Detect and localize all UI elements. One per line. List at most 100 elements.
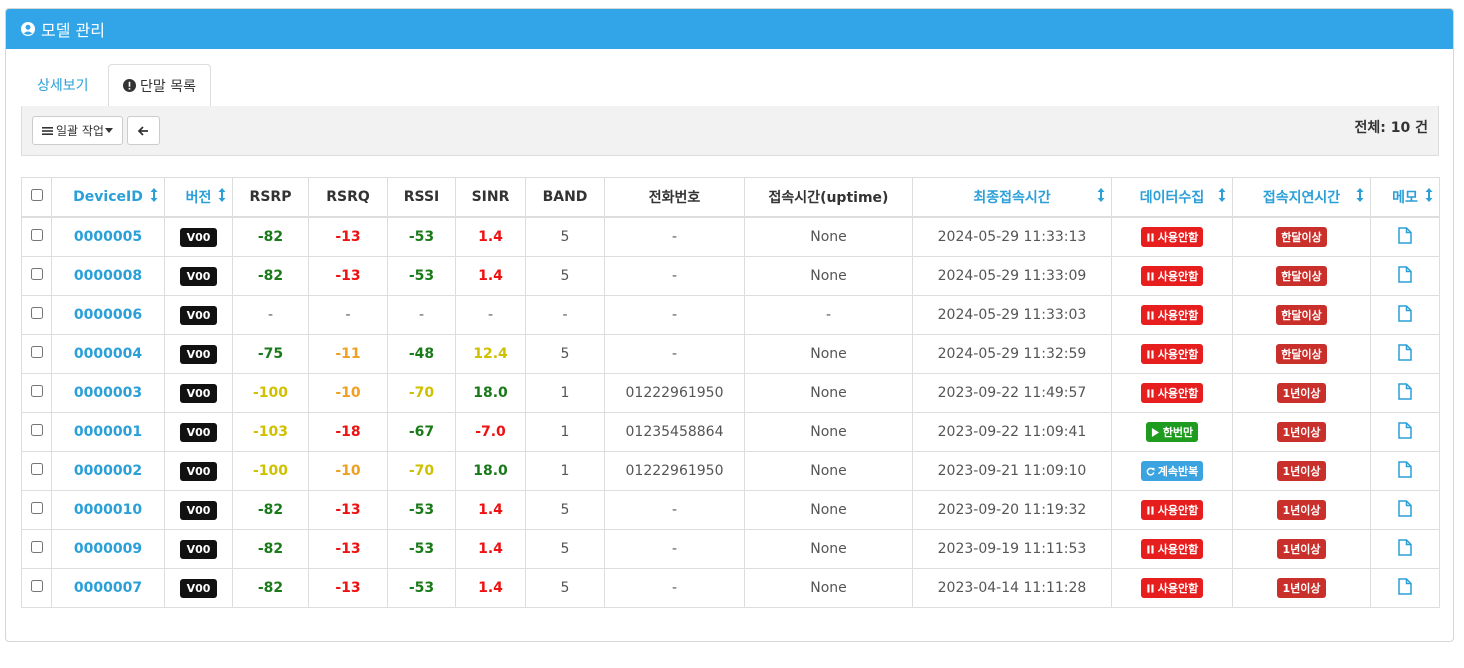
file-icon[interactable]: [1398, 343, 1412, 361]
rsrq-cell: -10: [308, 373, 388, 413]
row-select-cell: [21, 412, 52, 452]
col-header-last-connected[interactable]: 최종접속시간: [912, 177, 1112, 218]
uptime-cell: None: [744, 490, 913, 530]
connection-delay-cell: 1년이상: [1232, 451, 1371, 491]
connection-delay-cell: 1년이상: [1232, 490, 1371, 530]
band-cell: 5: [525, 334, 605, 374]
sinr-cell: 1.4: [455, 216, 526, 257]
row-select-cell: [21, 334, 52, 374]
row-select-cell: [21, 490, 52, 530]
file-icon[interactable]: [1398, 538, 1412, 556]
uptime-cell: None: [744, 256, 913, 296]
bulk-action-dropdown[interactable]: 일괄 작업: [32, 116, 123, 145]
select-all-checkbox[interactable]: [30, 189, 43, 201]
version-cell: V00: [164, 412, 233, 452]
connection-delay-cell: 한달이상: [1232, 295, 1371, 335]
sort-icon: [1356, 188, 1364, 202]
col-header-rssi: RSSI: [387, 177, 456, 218]
total-count: 전체: 10 건: [1354, 120, 1428, 136]
pause-icon: [1147, 388, 1154, 398]
rssi-cell: -67: [387, 412, 456, 452]
device-table: DeviceID 버전 RSRP RSRQ RSSI SINR BAND 전화번…: [21, 177, 1440, 608]
col-header-sinr: SINR: [455, 177, 526, 218]
device-id-link[interactable]: 0000006: [51, 295, 165, 335]
version-badge: V00: [179, 500, 218, 520]
row-checkbox[interactable]: [30, 541, 43, 553]
data-collection-cell: 한번만: [1111, 412, 1233, 452]
uptime-cell: None: [744, 412, 913, 452]
file-icon[interactable]: [1398, 304, 1412, 322]
col-header-data-collection[interactable]: 데이터수집: [1111, 177, 1233, 218]
device-id-link[interactable]: 0000004: [51, 334, 165, 374]
collection-badge: 사용안함: [1140, 344, 1204, 364]
memo-cell: [1370, 334, 1440, 374]
memo-cell: [1370, 529, 1440, 569]
col-header-version[interactable]: 버전: [164, 177, 233, 218]
col-header-deviceid[interactable]: DeviceID: [51, 177, 165, 218]
file-icon[interactable]: [1398, 226, 1412, 244]
row-checkbox[interactable]: [30, 346, 43, 358]
delay-badge: 1년이상: [1277, 383, 1326, 403]
col-header-uptime: 접속시간(uptime): [744, 177, 913, 218]
connection-delay-cell: 1년이상: [1232, 373, 1371, 413]
phone-cell: -: [604, 334, 745, 374]
col-header-memo[interactable]: 메모: [1370, 177, 1440, 218]
rssi-cell: -48: [387, 334, 456, 374]
version-cell: V00: [164, 490, 233, 530]
file-icon[interactable]: [1398, 460, 1412, 478]
device-id-link[interactable]: 0000010: [51, 490, 165, 530]
collection-badge: 한번만: [1145, 422, 1199, 442]
sinr-cell: 1.4: [455, 529, 526, 569]
tab-device-list[interactable]: 단말 목록: [108, 64, 211, 107]
table-row: 0000009 V00 -82 -13 -53 1.4 5- None 2023-09-19 1…: [21, 529, 1440, 569]
sinr-cell: 1.4: [455, 568, 526, 608]
file-icon[interactable]: [1398, 421, 1412, 439]
version-cell: V00: [164, 256, 233, 296]
tab-detail[interactable]: 상세보기: [23, 64, 103, 106]
device-id-link[interactable]: 0000001: [51, 412, 165, 452]
row-checkbox[interactable]: [30, 502, 43, 514]
row-checkbox[interactable]: [30, 229, 43, 241]
device-id-link[interactable]: 0000003: [51, 373, 165, 413]
device-id-link[interactable]: 0000008: [51, 256, 165, 296]
version-badge: V00: [179, 227, 218, 247]
col-header-rsrp: RSRP: [232, 177, 309, 218]
file-icon[interactable]: [1398, 499, 1412, 517]
table-row: 0000006 V00- - - - - - -2024-05-29 11:33:03 사용안함…: [21, 295, 1440, 335]
row-checkbox[interactable]: [30, 463, 43, 475]
back-button[interactable]: [127, 116, 160, 145]
file-icon[interactable]: [1398, 577, 1412, 595]
rssi-cell: -53: [387, 568, 456, 608]
row-checkbox[interactable]: [30, 385, 43, 397]
rsrp-cell: -: [232, 295, 309, 335]
device-id-link[interactable]: 0000009: [51, 529, 165, 569]
col-header-connection-delay[interactable]: 접속지연시간: [1232, 177, 1371, 218]
rsrq-cell: -13: [308, 529, 388, 569]
delay-badge: 1년이상: [1277, 461, 1326, 481]
row-checkbox[interactable]: [30, 580, 43, 592]
table-row: 0000003 V00 -100 -10 -70 18.0 1 01222961950 None…: [21, 373, 1440, 413]
version-badge: V00: [179, 578, 218, 598]
collection-badge: 사용안함: [1140, 383, 1204, 403]
col-header-band: BAND: [525, 177, 605, 218]
last-connected-cell: 2024-05-29 11:33:09: [912, 256, 1112, 296]
row-checkbox[interactable]: [30, 268, 43, 280]
device-id-link[interactable]: 0000007: [51, 568, 165, 608]
table-row: 0000002 V00 -100 -10 -70 18.0 1 01222961950 None…: [21, 451, 1440, 491]
refresh-icon: [1146, 467, 1155, 476]
collection-badge: 사용안함: [1140, 227, 1204, 247]
file-icon[interactable]: [1398, 382, 1412, 400]
delay-badge: 1년이상: [1277, 422, 1326, 442]
phone-cell: 01222961950: [604, 373, 745, 413]
connection-delay-cell: 한달이상: [1232, 216, 1371, 257]
row-checkbox[interactable]: [30, 424, 43, 436]
phone-cell: -: [604, 295, 745, 335]
uptime-cell: None: [744, 568, 913, 608]
last-connected-cell: 2024-05-29 11:32:59: [912, 334, 1112, 374]
file-icon[interactable]: [1398, 265, 1412, 283]
collection-badge: 사용안함: [1140, 305, 1204, 325]
row-checkbox[interactable]: [30, 307, 43, 319]
device-id-link[interactable]: 0000002: [51, 451, 165, 491]
sinr-cell: 1.4: [455, 256, 526, 296]
device-id-link[interactable]: 0000005: [51, 216, 165, 257]
